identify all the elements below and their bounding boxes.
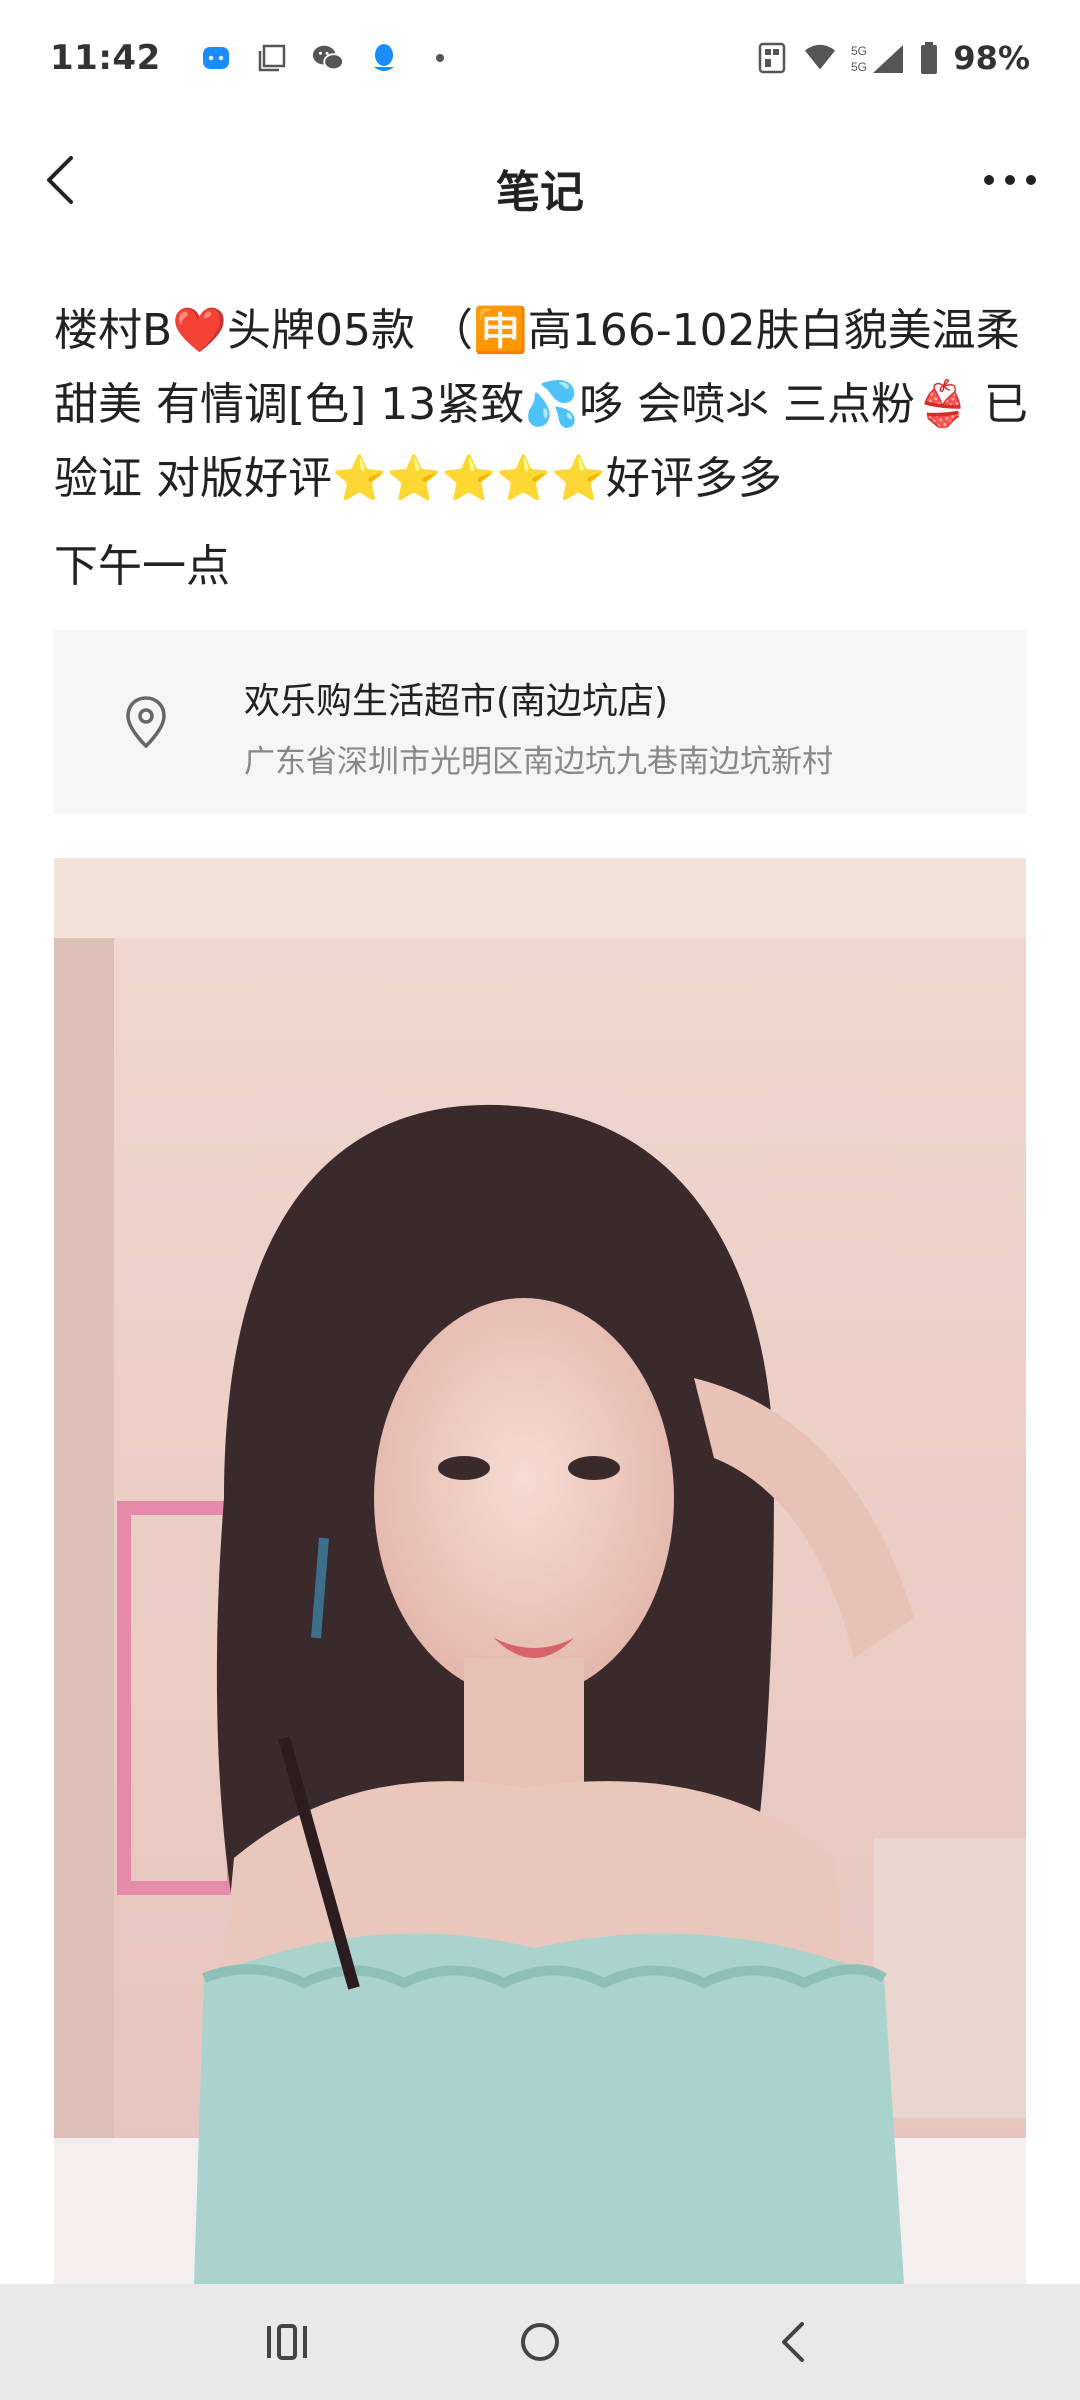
more-dots-icon <box>984 175 1036 185</box>
status-bar: 11:42 5G 5G 98% <box>0 0 1080 116</box>
location-name: 欢乐购生活超市(南边坑店) <box>244 681 669 722</box>
wifi-icon <box>803 41 837 75</box>
svg-text:5G: 5G <box>851 60 867 74</box>
signal-icon: 5G 5G <box>851 41 905 75</box>
status-right: 5G 5G 98% <box>755 39 1030 77</box>
header: 笔记 <box>0 116 1080 246</box>
note-time: 下午一点 <box>54 541 230 592</box>
nfc-icon <box>755 41 789 75</box>
note-body: 楼村B❤️头牌05款 （🈸高166-102肤白貌美温柔甜美 有情调[色] 13紧… <box>54 305 1028 504</box>
more-button[interactable] <box>970 152 1050 208</box>
home-button[interactable] <box>495 2302 585 2382</box>
battery-percent: 98% <box>953 39 1030 77</box>
recent-apps-button[interactable] <box>242 2302 332 2382</box>
status-time: 11:42 <box>50 38 161 78</box>
dot-icon <box>423 41 457 75</box>
location-address: 广东省深圳市光明区南边坑九巷南边坑新村 <box>244 744 833 780</box>
location-card[interactable]: 欢乐购生活超市(南边坑店) 广东省深圳市光明区南边坑九巷南边坑新村 <box>54 630 1026 814</box>
notification-icons <box>199 41 457 75</box>
location-pin-icon <box>116 692 176 752</box>
battery-icon <box>919 41 939 75</box>
system-nav-bar <box>0 2284 1080 2400</box>
note-photo[interactable] <box>54 858 1026 2284</box>
page-title: 笔记 <box>496 167 584 218</box>
wechat-icon <box>311 41 345 75</box>
recent-apps-icon <box>266 2324 307 2360</box>
chevron-left-icon <box>782 2322 805 2362</box>
copy-icon <box>255 41 289 75</box>
svg-text:5G: 5G <box>851 44 867 58</box>
system-back-button[interactable] <box>748 2302 838 2382</box>
chat-app-icon <box>199 41 233 75</box>
qq-icon <box>367 41 401 75</box>
home-circle-icon <box>520 2323 559 2361</box>
